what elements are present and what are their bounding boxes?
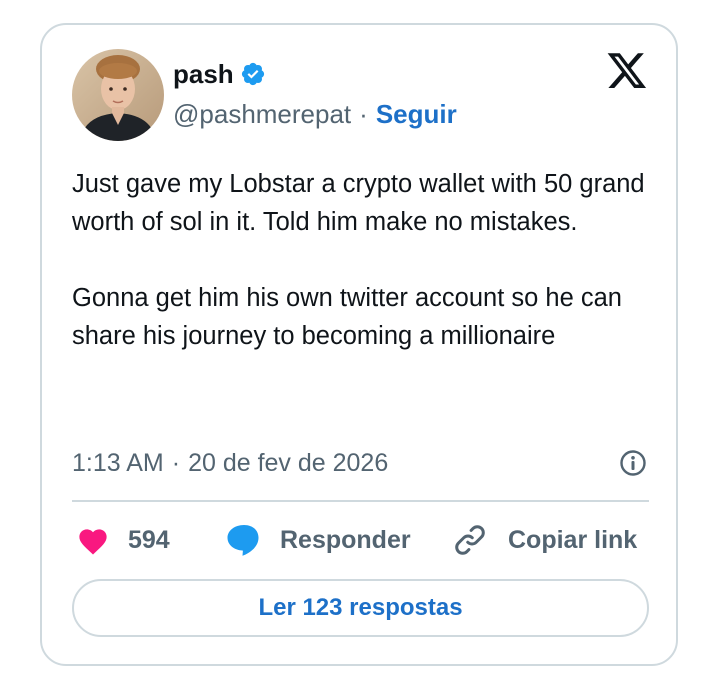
reply-label: Responder <box>280 525 411 554</box>
action-bar: 594 Responder Copiar link <box>72 519 649 561</box>
author-name[interactable]: pash <box>173 59 234 90</box>
tweet-paragraph: Gonna get him his own twitter account so… <box>72 284 622 350</box>
meta-separator: · <box>171 448 181 477</box>
tweet-meta: 1:13 AM · 20 de fev de 2026 <box>72 445 647 481</box>
tweet-paragraph: Just gave my Lobstar a crypto wallet wit… <box>72 170 645 236</box>
handle-separator: · <box>359 98 368 129</box>
follow-link[interactable]: Seguir <box>376 99 457 130</box>
like-button[interactable]: 594 <box>76 519 170 561</box>
tweet-time[interactable]: 1:13 AM <box>72 449 164 478</box>
info-icon[interactable] <box>619 449 647 477</box>
tweet-text: Just gave my Lobstar a crypto wallet wit… <box>72 165 657 355</box>
author-handle[interactable]: @pashmerepat <box>173 99 351 130</box>
verified-badge-icon <box>240 61 266 87</box>
reply-button[interactable]: Responder <box>226 519 411 561</box>
read-replies-button[interactable]: Ler 123 respostas <box>72 579 649 637</box>
likes-count: 594 <box>128 525 170 554</box>
tweet-embed-card: pash @pashmerepat · Seguir Just gave my … <box>40 23 678 666</box>
heart-icon <box>76 525 110 555</box>
copy-link-button[interactable]: Copiar link <box>452 519 637 561</box>
avatar[interactable] <box>72 49 164 141</box>
tweet-date[interactable]: 20 de fev de 2026 <box>188 449 388 478</box>
divider <box>72 500 649 502</box>
link-icon <box>452 522 488 558</box>
x-logo-icon[interactable] <box>606 53 648 93</box>
copy-link-label: Copiar link <box>508 525 638 554</box>
speech-bubble-icon <box>226 523 262 557</box>
